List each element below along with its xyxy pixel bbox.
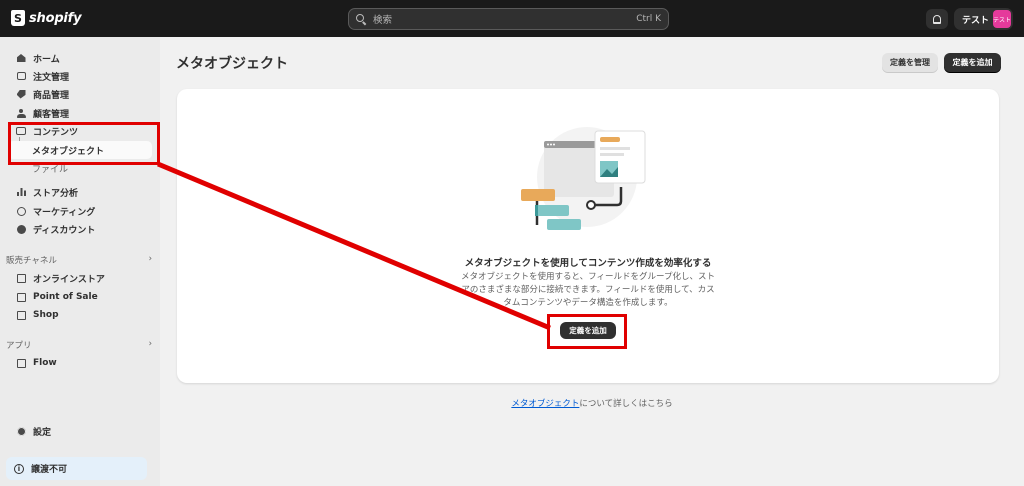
- annotation-arrow-line: [157, 161, 551, 331]
